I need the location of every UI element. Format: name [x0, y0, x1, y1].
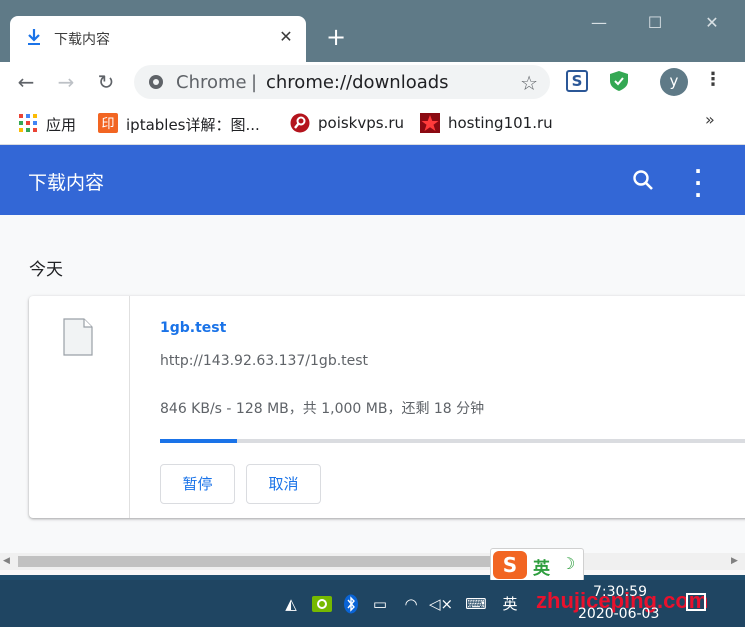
bookmarks-bar: 应用 印 iptables详解：图... poiskvps.ru hosting…: [0, 104, 745, 145]
minimize-button[interactable]: —: [584, 8, 614, 38]
bookmarks-overflow-icon[interactable]: »: [705, 110, 715, 129]
bookmark-label: poiskvps.ru: [318, 114, 405, 132]
keyboard-icon[interactable]: ⌨: [461, 594, 491, 614]
taskbar: ◭ ▭ ◠ ◁× ⌨ 英 zhujiceping.com 7:30:59 202…: [0, 580, 745, 627]
bookmark-label: 应用: [46, 116, 77, 134]
file-name-link[interactable]: 1gb.test: [160, 320, 226, 336]
bookmark-label: hosting101.ru: [448, 114, 553, 132]
scroll-right-icon[interactable]: ▶: [731, 556, 738, 566]
browser-toolbar: ← → ↻ Chrome | chrome://downloads ☆ S y …: [0, 62, 745, 104]
page-title: 下载内容: [28, 172, 105, 194]
reload-button[interactable]: ↻: [92, 68, 120, 96]
bookmark-iptables[interactable]: 印 iptables详解：图...: [98, 112, 268, 134]
svg-text:S: S: [572, 72, 583, 90]
tab-title: 下载内容: [54, 32, 110, 48]
tab-downloads[interactable]: 下载内容 ✕: [10, 16, 306, 62]
extension-s-icon[interactable]: S: [566, 70, 588, 92]
download-icon: [28, 29, 40, 45]
download-item: 1gb.test http://143.92.63.137/1gb.test 8…: [29, 296, 745, 518]
sogou-logo-icon: S: [493, 551, 527, 579]
bookmark-apps[interactable]: 应用: [18, 112, 88, 134]
new-tab-button[interactable]: +: [324, 25, 348, 49]
progress-bar: [160, 439, 745, 443]
wifi-icon[interactable]: ◠: [401, 594, 421, 614]
downloads-page: 下载内容 · · · 今天 1gb.test http://143.92.63.13…: [0, 145, 745, 575]
horizontal-scrollbar[interactable]: ◀ ▶: [0, 553, 745, 570]
download-status: 846 KB/s - 128 MB，共 1,000 MB，还剩 18 分钟: [160, 401, 485, 417]
bookmark-label: iptables详解：图...: [126, 116, 260, 134]
file-source-url[interactable]: http://143.92.63.137/1gb.test: [160, 353, 368, 369]
chrome-icon: [149, 75, 163, 89]
bookmark-star-icon[interactable]: ☆: [520, 71, 538, 95]
bookmark-hosting101[interactable]: hosting101.ru: [420, 112, 560, 134]
chrome-chip: Chrome: [176, 72, 247, 93]
tab-close-icon[interactable]: ✕: [276, 27, 296, 47]
svg-text:印: 印: [101, 117, 114, 132]
clock-date[interactable]: 2020-06-03: [578, 606, 659, 622]
address-bar[interactable]: Chrome | chrome://downloads ☆: [134, 65, 550, 99]
more-options-icon[interactable]: · · ·: [688, 161, 708, 205]
scroll-left-icon[interactable]: ◀: [3, 556, 10, 566]
yinxiang-icon: 印: [98, 113, 118, 133]
maximize-button[interactable]: ☐: [640, 8, 670, 38]
clock-time[interactable]: 7:30:59: [593, 584, 647, 600]
apps-grid-icon: [19, 114, 37, 132]
shield-icon[interactable]: [608, 70, 630, 92]
speaker-device-icon[interactable]: ◭: [281, 594, 301, 614]
forward-button[interactable]: →: [52, 68, 80, 96]
poiskvps-icon: [290, 113, 310, 133]
ime-toolbar[interactable]: S 英 ☽: [490, 548, 584, 582]
nvidia-icon[interactable]: [312, 594, 332, 614]
file-icon: [63, 318, 93, 356]
ime-mode[interactable]: 英: [533, 554, 550, 579]
search-icon[interactable]: [632, 169, 654, 191]
pause-button[interactable]: 暂停: [160, 464, 235, 504]
card-divider: [129, 296, 130, 518]
hosting101-icon: [420, 113, 440, 133]
profile-avatar[interactable]: y: [660, 68, 688, 96]
title-bar: 下载内容 ✕ + — ☐ ✕: [0, 0, 745, 62]
battery-icon[interactable]: ▭: [370, 594, 390, 614]
notification-icon[interactable]: [686, 593, 706, 611]
omnibox-separator: |: [251, 72, 258, 93]
downloads-header: 下载内容 · · ·: [0, 145, 745, 215]
cancel-button[interactable]: 取消: [246, 464, 321, 504]
browser-menu-icon[interactable]: ⋮: [704, 69, 722, 90]
bluetooth-icon[interactable]: [341, 594, 361, 614]
mute-icon[interactable]: ◁×: [429, 594, 453, 614]
moon-icon[interactable]: ☽: [561, 554, 575, 573]
progress-fill: [160, 439, 237, 443]
date-group-label: 今天: [29, 260, 63, 280]
back-button[interactable]: ←: [12, 68, 40, 96]
bookmark-poiskvps[interactable]: poiskvps.ru: [290, 112, 410, 134]
url-text[interactable]: chrome://downloads: [266, 72, 449, 93]
close-window-button[interactable]: ✕: [697, 8, 727, 38]
ime-indicator[interactable]: 英: [500, 594, 520, 614]
